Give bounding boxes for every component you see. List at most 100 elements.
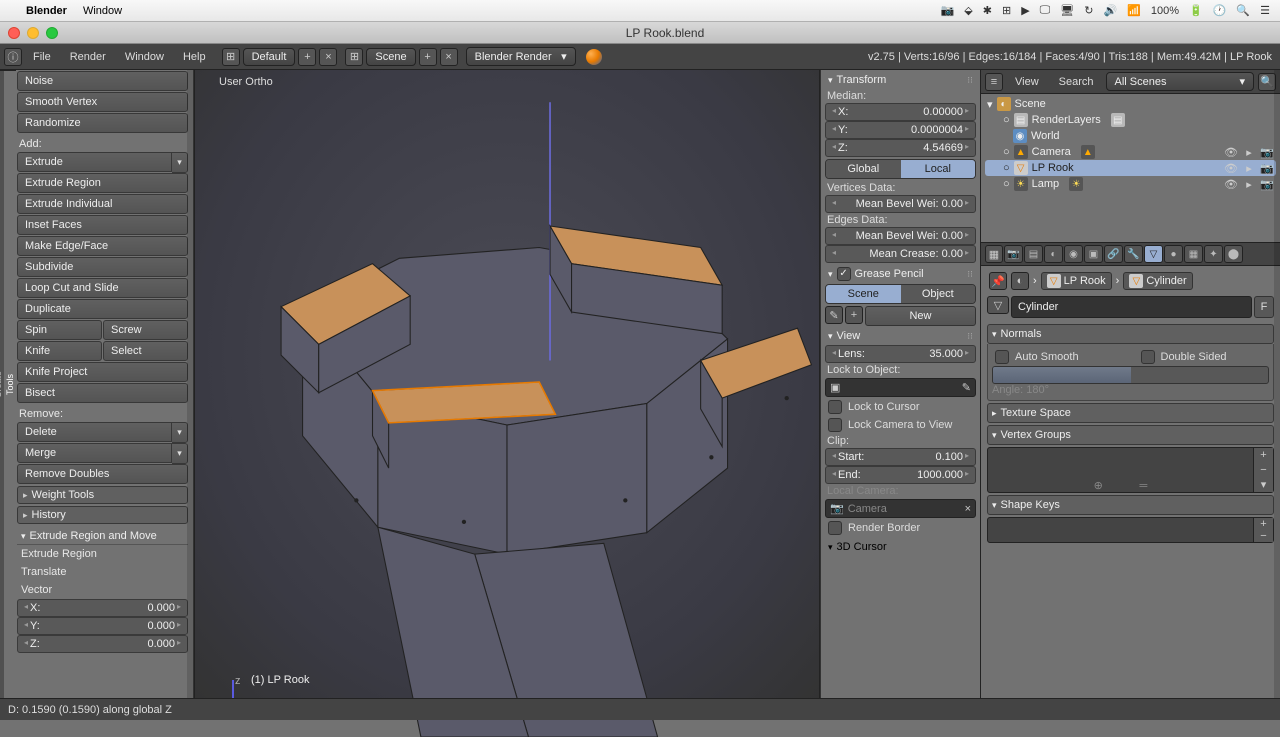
tool-extrude-dropdown[interactable]: Extrude [17,152,172,172]
clip-start[interactable]: Start:0.100 [825,448,976,466]
tree-scene[interactable]: Scene [1015,98,1046,110]
tool-bisect[interactable]: Bisect [17,383,188,403]
restrict-render-icon[interactable]: 📷 [1260,146,1274,159]
editor-type-properties-icon[interactable]: ▦ [985,245,1003,263]
tool-inset-faces[interactable]: Inset Faces [17,215,188,235]
tool-spin[interactable]: Spin [17,320,102,340]
restrict-select-icon[interactable]: ▸ [1242,178,1256,191]
mac-menu-window[interactable]: Window [83,5,122,17]
lock-cursor-checkbox[interactable] [828,400,842,414]
tool-smooth-vertex[interactable]: Smooth Vertex [17,92,188,112]
tool-remove-doubles[interactable]: Remove Doubles [17,464,188,484]
lock-camera-checkbox[interactable] [828,418,842,432]
tab-tools[interactable]: Tools [4,70,16,698]
fake-user-button[interactable]: F [1254,296,1274,318]
camera-icon[interactable]: 📷 [941,4,955,17]
scene-dropdown[interactable]: Scene [366,48,415,66]
tool-merge[interactable]: Merge [17,443,172,463]
minimize-window[interactable] [27,27,39,39]
lens-field[interactable]: Lens:35.000 [825,345,976,363]
vertex-groups-list[interactable]: ⊕ ═ +−▾ [987,447,1274,493]
mean-bevel-verts[interactable]: Mean Bevel Wei: 0.00 [825,195,976,213]
extrude-dropdown-arrow-icon[interactable]: ▾ [172,152,188,173]
restrict-select-icon[interactable]: ▸ [1242,162,1256,175]
grease-enable-checkbox[interactable] [837,267,851,281]
grease-new-button[interactable]: New [865,306,976,326]
restrict-view-icon[interactable]: 👁 [1224,146,1238,159]
space-toggle[interactable]: Global Local [825,159,976,179]
restrict-render-icon[interactable]: 📷 [1260,162,1274,175]
layout-remove-icon[interactable]: × [319,48,337,66]
panel-shape-keys[interactable]: Shape Keys [987,495,1274,515]
clear-icon[interactable]: × [965,503,971,515]
median-y[interactable]: Y:0.0000004 [825,121,976,139]
outliner-search-menu[interactable]: Search [1051,74,1102,90]
tab-objectdata-icon[interactable]: ▽ [1144,245,1163,263]
tab-particles-icon[interactable]: ✦ [1204,245,1223,263]
vector-x[interactable]: X:0.000 [17,599,188,617]
spotlight-icon[interactable]: 🔍 [1236,4,1250,17]
grease-browse-icon[interactable]: ✎ [825,306,843,324]
restrict-view-icon[interactable]: 👁 [1224,162,1238,175]
panel-history[interactable]: History [17,506,188,524]
volume-icon[interactable]: 🔊 [1103,4,1117,17]
mesh-browse-icon[interactable]: ▽ [987,296,1009,314]
tool-extrude-individual[interactable]: Extrude Individual [17,194,188,214]
toolshelf-scrollbar[interactable] [187,70,193,698]
editor-type-outliner-icon[interactable]: ≡ [985,73,1003,91]
app-name[interactable]: Blender [26,5,67,17]
tool-loop-cut-slide[interactable]: Loop Cut and Slide [17,278,188,298]
layout-add-icon[interactable]: + [298,48,316,66]
median-z[interactable]: Z:4.54669 [825,139,976,157]
scene-add-icon[interactable]: + [419,48,437,66]
tab-physics-icon[interactable]: ⬤ [1224,245,1243,263]
crumb-object[interactable]: ▽LP Rook [1041,272,1112,290]
merge-dropdown-arrow-icon[interactable]: ▾ [172,443,188,464]
restrict-select-icon[interactable]: ▸ [1242,146,1256,159]
scene-crumb-icon[interactable]: ◐ [1011,272,1029,290]
panel-normals[interactable]: Normals [987,324,1274,344]
tool-noise[interactable]: Noise [17,71,188,91]
vector-z[interactable]: Z:0.000 [17,635,188,653]
tab-constraints-icon[interactable]: 🔗 [1104,245,1123,263]
delete-dropdown-arrow-icon[interactable]: ▾ [172,422,188,443]
vg-remove-icon[interactable]: − [1254,463,1273,478]
lock-object-field[interactable]: ▣✎ [825,378,976,397]
tab-material-icon[interactable]: ● [1164,245,1183,263]
tree-world[interactable]: World [1031,130,1060,142]
clock-icon[interactable]: 🕐 [1213,4,1227,17]
sk-remove-icon[interactable]: − [1254,530,1273,542]
local-camera-field[interactable]: 📷Camera× [825,499,976,518]
tool-delete[interactable]: Delete [17,422,172,442]
menu-window[interactable]: Window [117,49,172,65]
restrict-view-icon[interactable]: 👁 [1224,178,1238,191]
outliner-view-menu[interactable]: View [1007,74,1047,90]
auto-smooth-checkbox[interactable] [995,350,1009,364]
maximize-window[interactable] [46,27,58,39]
menu-render[interactable]: Render [62,49,114,65]
menu-help[interactable]: Help [175,49,214,65]
tree-renderlayers[interactable]: RenderLayers [1032,114,1101,126]
grid-icon[interactable]: ⊞ [1002,4,1011,17]
panel-transform[interactable]: Transform⁝⁝ [825,73,976,87]
tool-knife[interactable]: Knife [17,341,102,361]
restrict-render-icon[interactable]: 📷 [1260,178,1274,191]
tool-make-edge-face[interactable]: Make Edge/Face [17,236,188,256]
tab-renderlayers-icon[interactable]: ▤ [1024,245,1043,263]
clip-end[interactable]: End:1000.000 [825,466,976,484]
video-icon[interactable]: ▶ [1021,4,1029,17]
panel-view[interactable]: View⁝⁝ [825,329,976,343]
tab-render-icon[interactable]: 📷 [1004,245,1023,263]
battery-icon[interactable]: 🔋 [1189,4,1203,17]
grease-add-icon[interactable]: + [845,306,863,324]
panel-3d-cursor[interactable]: 3D Cursor [825,540,976,554]
menu-icon[interactable]: ☰ [1260,4,1270,17]
outliner-display-mode[interactable]: All Scenes▾ [1106,72,1254,91]
vector-y[interactable]: Y:0.000 [17,617,188,635]
tool-subdivide[interactable]: Subdivide [17,257,188,277]
mesh-name-field[interactable] [1011,296,1252,318]
layout-browse-icon[interactable]: ⊞ [222,48,240,66]
tool-duplicate[interactable]: Duplicate [17,299,188,319]
tool-screw[interactable]: Screw [103,320,188,340]
tab-world-icon[interactable]: ◉ [1064,245,1083,263]
